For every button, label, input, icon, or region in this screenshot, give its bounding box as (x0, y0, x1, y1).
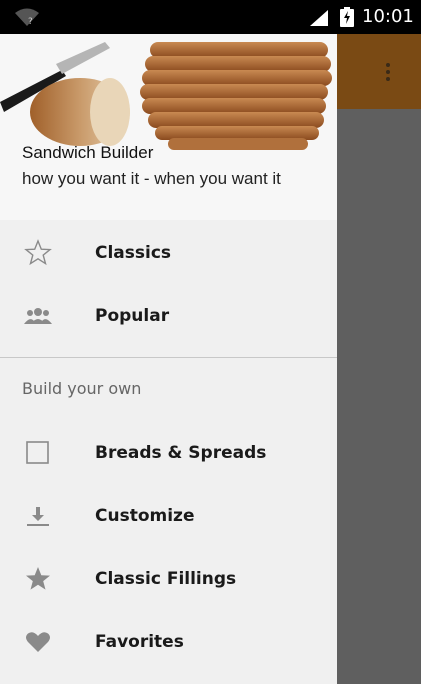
download-icon (27, 507, 49, 526)
drawer-item-breads-spreads[interactable]: Breads & Spreads (0, 423, 337, 483)
app-title: Sandwich Builder (22, 143, 154, 162)
drawer-scrim[interactable] (337, 109, 421, 684)
drawer-item-popular[interactable]: Popular (0, 286, 337, 346)
battery-charging-icon (340, 7, 354, 27)
status-bar: ? 10:01 (0, 0, 421, 34)
drawer-item-label: Breads & Spreads (95, 443, 267, 463)
section-header-build: Build your own (22, 379, 142, 398)
bread-slices-image (0, 34, 337, 220)
clock: 10:01 (362, 6, 414, 27)
more-vert-icon[interactable] (376, 52, 400, 92)
drawer-item-label: Classic Fillings (95, 569, 237, 589)
drawer-item-label: Popular (95, 306, 170, 326)
drawer-item-label: Classics (95, 243, 172, 263)
heart-icon (26, 632, 50, 652)
wifi-icon: ? (15, 8, 39, 27)
star-outline-icon (24, 239, 52, 266)
checkbox-outline-icon (26, 441, 49, 464)
drawer-item-label: Customize (95, 506, 195, 526)
drawer-header: Sandwich Builder how you want it - when … (0, 34, 337, 220)
people-icon (24, 308, 52, 324)
svg-text:?: ? (28, 17, 33, 27)
navigation-drawer: Sandwich Builder how you want it - when … (0, 34, 337, 684)
drawer-item-classic-fillings[interactable]: Classic Fillings (0, 549, 337, 609)
signal-icon (310, 10, 328, 26)
drawer-divider (0, 357, 337, 358)
drawer-item-favorites[interactable]: Favorites (0, 612, 337, 672)
star-icon (26, 567, 50, 590)
drawer-item-customize[interactable]: Customize (0, 486, 337, 546)
drawer-item-label: Favorites (95, 632, 184, 652)
drawer-item-classics[interactable]: Classics (0, 223, 337, 283)
app-tagline: how you want it - when you want it (22, 169, 281, 188)
